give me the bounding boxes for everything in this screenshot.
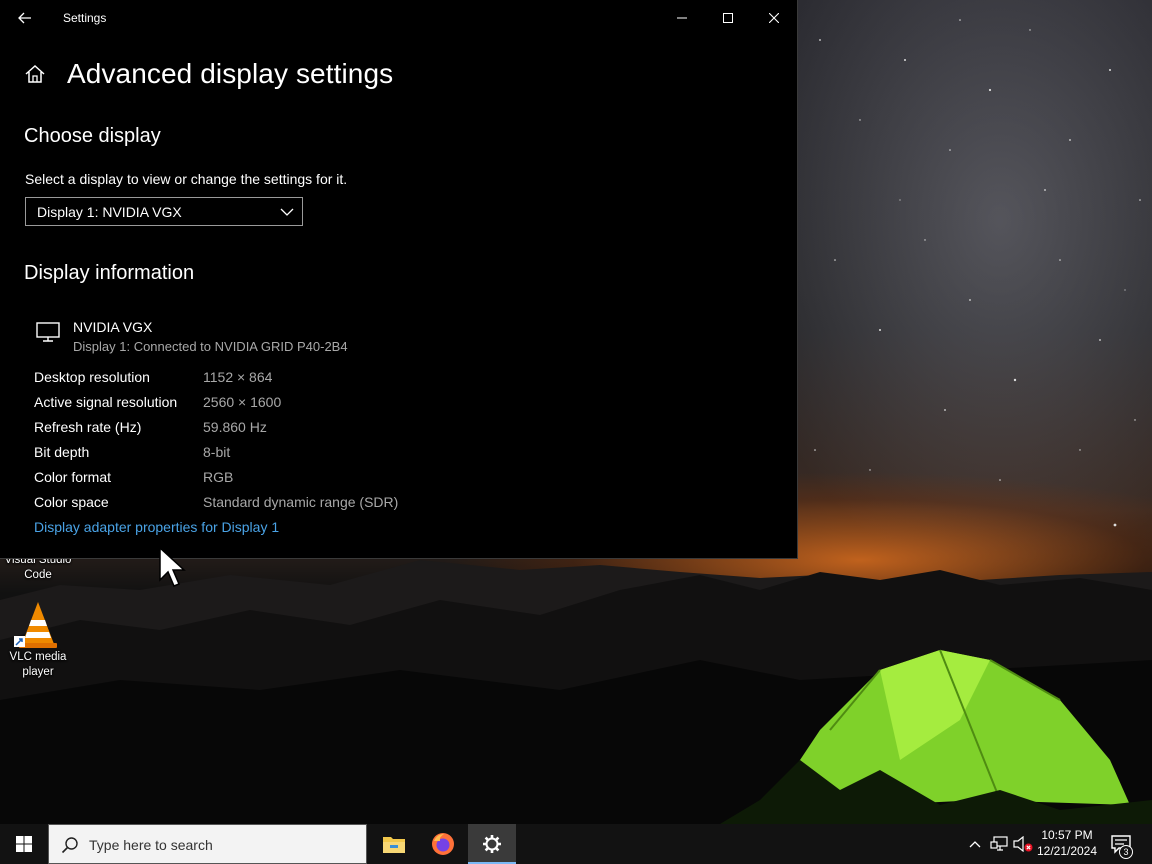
desktop-icon-vlc[interactable]: VLC media player [0,600,76,680]
taskbar-firefox[interactable] [419,824,467,864]
maximize-icon [723,13,733,23]
network-button[interactable] [988,824,1010,864]
windows-logo-icon [16,836,32,852]
monitor-icon [36,322,60,342]
back-arrow-icon [18,12,31,24]
info-value: 8-bit [203,444,231,460]
network-icon [990,836,1008,851]
volume-button[interactable] [1012,824,1034,864]
info-label: Active signal resolution [34,394,178,410]
choose-display-description: Select a display to view or change the s… [25,171,348,187]
taskbar-clock[interactable]: 10:57 PM 12/21/2024 [1036,827,1098,859]
mouse-cursor [159,546,186,587]
info-row-bit-depth: Bit depth 8-bit [34,444,534,464]
chevron-up-icon [969,841,981,848]
vlc-icon [0,600,76,650]
info-label: Desktop resolution [34,369,150,385]
info-value: 2560 × 1600 [203,394,282,410]
display-select-value: Display 1: NVIDIA VGX [37,203,182,220]
search-icon [61,837,78,854]
minimize-icon [677,17,687,19]
monitor-name: NVIDIA VGX [73,319,153,335]
start-button[interactable] [0,824,48,864]
monitor-connection: Display 1: Connected to NVIDIA GRID P40-… [73,339,348,354]
clock-time: 10:57 PM [1041,828,1093,842]
back-button[interactable] [8,0,42,36]
choose-display-heading: Choose display [24,125,161,147]
info-value: RGB [203,469,234,485]
close-icon [769,13,779,23]
info-value: Standard dynamic range (SDR) [203,494,399,510]
info-row-refresh-rate: Refresh rate (Hz) 59.860 Hz [34,419,534,439]
title-bar[interactable]: Settings [0,0,797,36]
show-hidden-icons-button[interactable] [965,824,985,864]
minimize-button[interactable] [659,0,705,36]
firefox-icon [432,833,454,855]
volume-muted-icon [1013,836,1033,852]
window-title: Settings [63,11,107,25]
info-row-desktop-resolution: Desktop resolution 1152 × 864 [34,369,534,389]
display-information-heading: Display information [24,262,195,284]
close-button[interactable] [751,0,797,36]
info-label: Color space [34,494,109,510]
taskbar-file-explorer[interactable] [370,824,418,864]
info-row-color-format: Color format RGB [34,469,534,489]
display-adapter-properties-link[interactable]: Display adapter properties for Display 1 [34,519,279,535]
info-label: Color format [34,469,112,485]
desktop-icon-label: VLC media player [9,651,67,678]
taskbar-search-box[interactable]: Type here to search [48,824,367,864]
chevron-down-icon [280,208,294,216]
notification-count-badge: 3 [1119,845,1133,859]
settings-gear-icon [483,835,501,853]
clock-date: 12/21/2024 [1036,844,1098,858]
taskbar-settings[interactable] [468,824,516,864]
settings-window: Settings Advanced display settings Choos… [0,0,798,559]
page-title: Advanced display settings [67,58,394,89]
file-explorer-icon [383,837,405,853]
info-value: 59.860 Hz [203,419,267,435]
info-row-active-signal-resolution: Active signal resolution 2560 × 1600 [34,394,534,414]
home-icon[interactable] [24,63,46,85]
info-label: Bit depth [34,444,90,460]
taskbar: Type here to search 10:57 PM 12/21/2024 … [0,824,1152,864]
info-label: Refresh rate (Hz) [34,419,142,435]
display-select[interactable]: Display 1: NVIDIA VGX [25,197,303,226]
info-value: 1152 × 864 [203,369,273,385]
search-placeholder: Type here to search [89,837,213,853]
info-row-color-space: Color space Standard dynamic range (SDR) [34,494,534,514]
maximize-button[interactable] [705,0,751,36]
